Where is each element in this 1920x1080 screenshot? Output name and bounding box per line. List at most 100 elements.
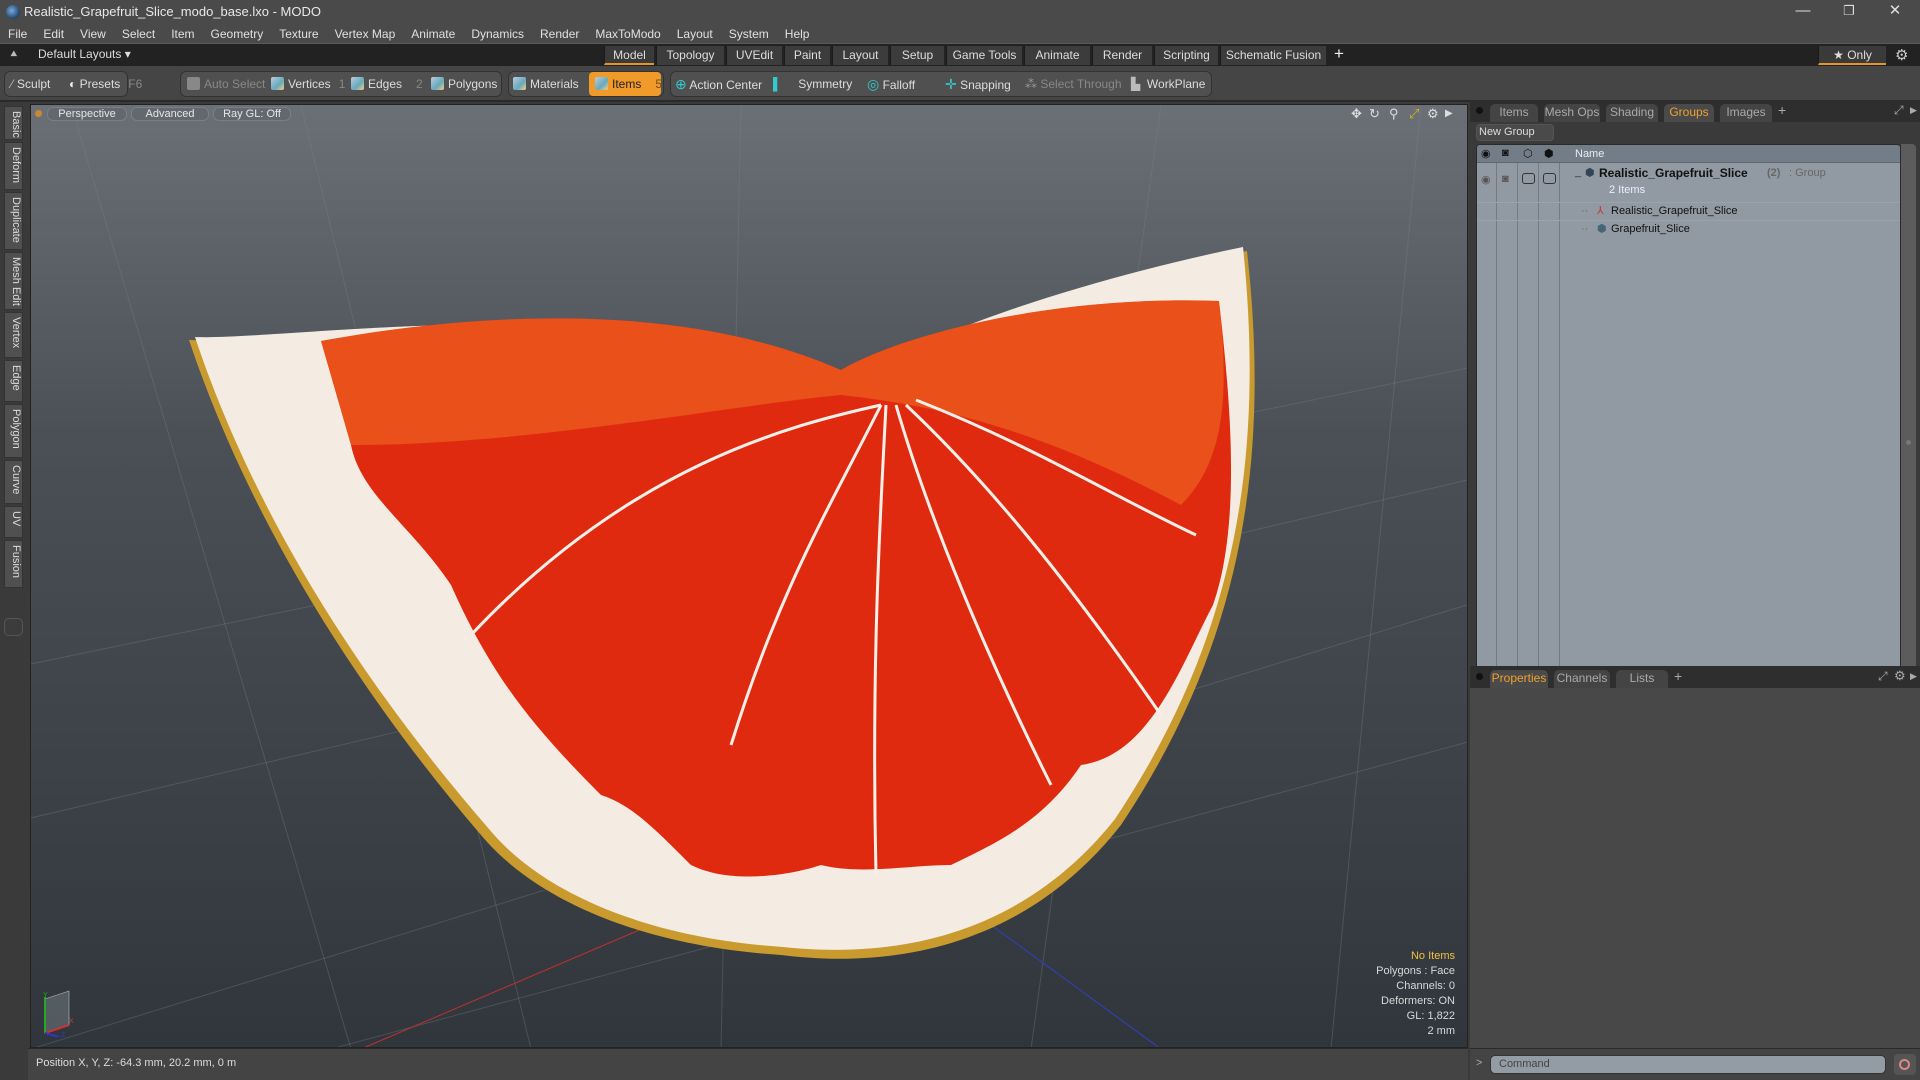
tab-game-tools[interactable]: Game Tools [946,46,1022,65]
tab-uvedit[interactable]: UVEdit [726,46,782,65]
tab-properties[interactable]: Properties [1490,670,1548,688]
camera-icon[interactable]: ◙ [1502,147,1509,159]
falloff-button[interactable]: ◎ Falloff [867,72,915,96]
menu-edit[interactable]: Edit [35,24,72,44]
symmetry-button[interactable]: ▌ Symmetry [773,72,852,96]
menu-geometry[interactable]: Geometry [203,24,272,44]
tab-polygon[interactable]: Polygon [4,404,23,458]
menu-render[interactable]: Render [532,24,587,44]
snapping-button[interactable]: ✛ Snapping [945,72,1011,96]
viewport-expand-arrow-icon[interactable]: ▶ [1445,108,1453,119]
workplane-button[interactable]: ▙ WorkPlane [1131,72,1205,96]
add-tab-button[interactable]: + [1334,44,1344,64]
tab-render[interactable]: Render [1092,46,1152,65]
group-visibility-icon[interactable]: ◉ [1481,173,1491,186]
grapefruit-slice-mesh[interactable] [189,247,1255,959]
tab-paint[interactable]: Paint [784,46,830,65]
rotate-icon[interactable]: ↻ [1369,106,1380,122]
menu-texture[interactable]: Texture [271,24,326,44]
viewport-settings-icon[interactable]: ⚙ [1427,106,1439,122]
auto-select-button[interactable]: Auto Select [187,72,265,96]
toolbox-toggle-button[interactable] [4,618,23,636]
tab-channels[interactable]: Channels [1554,670,1610,688]
tab-items[interactable]: Items [1490,104,1538,122]
group-row[interactable]: ◉ ◙ _ ⬢ Realistic_Grapefruit_Slice (2) :… [1477,164,1900,202]
presets-button[interactable]: ◐ Presets F6 [69,72,142,96]
column-name[interactable]: Name [1575,148,1604,160]
layouts-dropdown[interactable]: Default Layouts ▾ [38,47,131,61]
panel-menu-dot-icon[interactable] [1476,673,1483,680]
gear-icon[interactable]: ⚙ [1895,46,1908,64]
tab-schematic-fusion[interactable]: Schematic Fusion [1220,46,1326,65]
pan-icon[interactable]: ✥ [1351,106,1362,122]
eye-icon[interactable]: ◉ [1481,147,1491,160]
group-lock-toggle[interactable] [1522,173,1535,184]
restore-button[interactable]: ❐ [1826,0,1872,24]
new-group-button[interactable]: New Group [1476,124,1554,141]
tab-scripting[interactable]: Scripting [1154,46,1218,65]
menu-vertex-map[interactable]: Vertex Map [327,24,404,44]
panel-arrow-icon[interactable]: ▶ [1910,105,1917,116]
polygons-button[interactable]: Polygons [431,72,497,96]
viewport-menu-dot-icon[interactable] [35,110,42,117]
menu-maxtomodo[interactable]: MaxToModo [587,24,668,44]
lock-icon[interactable]: ⬡ [1523,147,1533,160]
only-toggle[interactable]: ★ Only [1818,46,1886,65]
tab-deform[interactable]: Deform [4,142,23,190]
scrollbar-handle[interactable] [1906,440,1911,445]
raygl-button[interactable]: Ray GL: Off [213,107,291,121]
edges-button[interactable]: Edges 2 [351,72,423,96]
menu-system[interactable]: System [721,24,777,44]
tab-uv[interactable]: UV [4,506,23,538]
tab-shading[interactable]: Shading [1606,104,1658,122]
maximize-viewport-icon[interactable]: ⤢ [1409,106,1419,122]
add-panel-tab-button[interactable]: + [1674,668,1682,684]
materials-button[interactable]: Materials [513,72,579,96]
tab-fusion[interactable]: Fusion [4,540,23,588]
command-history-button[interactable] [1894,1054,1916,1075]
list-item[interactable]: ·· ⬢ Grapefruit_Slice [1477,220,1900,238]
panel-gear-icon[interactable]: ⚙ [1894,668,1906,684]
tab-curve[interactable]: Curve [4,460,23,504]
command-input[interactable]: Command [1490,1055,1886,1074]
vertices-button[interactable]: Vertices 1 [271,72,345,96]
tab-groups[interactable]: Groups [1664,104,1714,122]
tab-duplicate[interactable]: Duplicate [4,192,23,250]
zoom-icon[interactable]: ⚲ [1389,106,1399,122]
menu-layout[interactable]: Layout [669,24,721,44]
shading-mode-button[interactable]: Advanced [131,107,209,121]
add-panel-tab-button[interactable]: + [1778,102,1786,118]
menu-view[interactable]: View [72,24,114,44]
tab-lists[interactable]: Lists [1616,670,1668,688]
group-select-toggle[interactable] [1543,173,1556,184]
minimize-button[interactable]: — [1780,0,1826,24]
group-collapse-icon[interactable]: _ [1575,166,1581,178]
select-through-button[interactable]: ⁂ Select Through [1025,72,1122,96]
close-button[interactable]: ✕ [1872,0,1918,24]
tab-basic[interactable]: Basic [4,106,23,140]
expand-panel-icon[interactable]: ⤢ [1894,103,1904,118]
items-button[interactable]: Items 5 [589,72,662,96]
tab-topology[interactable]: Topology [656,46,724,65]
tab-model[interactable]: Model [604,46,654,65]
panel-menu-dot-icon[interactable] [1476,107,1483,114]
tab-mesh-ops[interactable]: Mesh Ops [1544,104,1600,122]
collapse-arrow-icon[interactable]: ⯅ [9,47,19,62]
tab-mesh-edit[interactable]: Mesh Edit [4,252,23,310]
menu-file[interactable]: File [0,24,35,44]
expand-panel-icon[interactable]: ⤢ [1878,669,1888,684]
menu-animate[interactable]: Animate [403,24,463,44]
menu-help[interactable]: Help [777,24,818,44]
list-item[interactable]: ·· ⅄ Realistic_Grapefruit_Slice [1477,202,1900,220]
sculpt-button[interactable]: ⁄ Sculpt [11,72,50,96]
action-center-button[interactable]: ⊕ Action Center [675,72,762,96]
panel-arrow-icon[interactable]: ▶ [1910,671,1917,682]
menu-select[interactable]: Select [114,24,163,44]
tab-animate[interactable]: Animate [1024,46,1090,65]
view-mode-button[interactable]: Perspective [47,107,127,121]
tab-setup[interactable]: Setup [890,46,944,65]
menu-item[interactable]: Item [163,24,202,44]
3d-viewport[interactable]: Perspective Advanced Ray GL: Off ✥ ↻ ⚲ ⤢… [30,104,1468,1048]
selectable-icon[interactable]: ⬢ [1544,147,1554,160]
tab-edge[interactable]: Edge [4,360,23,402]
